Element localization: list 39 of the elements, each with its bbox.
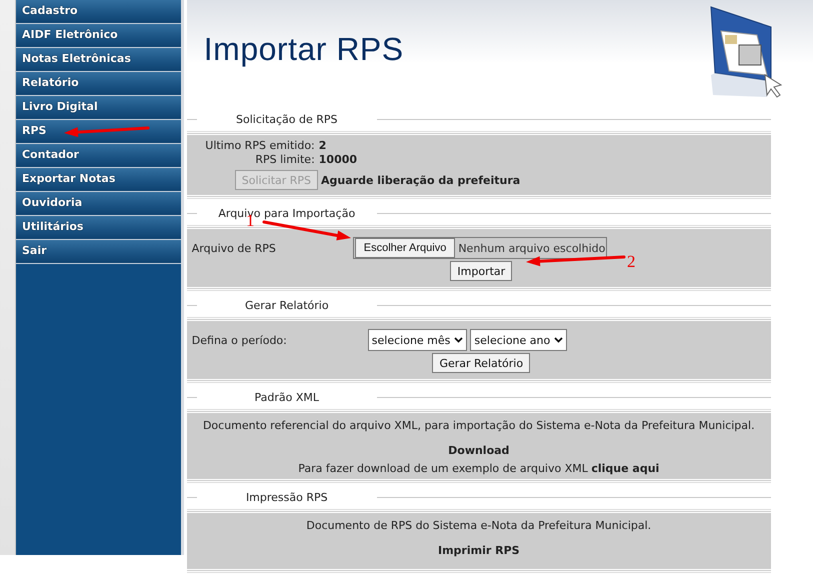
section-title: Impressão RPS [244,490,329,504]
field-label: Ultimo RPS emitido: [205,139,315,152]
generate-report-button[interactable]: Gerar Relatório [432,353,530,373]
sidebar-item[interactable]: Sair [16,240,181,264]
sidebar-item[interactable]: Relatório [16,72,181,96]
sidebar-item[interactable]: RPS [16,120,181,144]
description: Documento de RPS do Sistema e-Nota da Prefeitura Municipal. [305,519,652,532]
dropdown[interactable]: selecione ano [470,329,568,351]
sidebar-item[interactable]: Cadastro [16,0,181,24]
file-field[interactable]: Escolher Arquivo Nenhum arquivo escolhido [352,237,608,259]
page-title: Importar RPS [204,30,404,68]
file-status: Nenhum arquivo escolhido [458,242,606,254]
description: Documento referencial do arquivo XML, para importação do Sistema e-Nota da Prefeitura Municipal. [202,419,756,432]
link[interactable]: clique aqui [591,462,660,475]
choose-file-button[interactable]: Escolher Arquivo [354,238,456,258]
sidebar-item[interactable]: Exportar Notas [16,168,181,192]
step-number: 2 [627,253,636,270]
field-label: RPS limite: [255,153,315,166]
section-title: Gerar Relatório [244,298,330,312]
note-text: Para fazer download de um exemplo de arquivo XML clique aqui [297,462,660,475]
field-label: Arquivo de RPS [192,242,277,254]
section-title: Solicitação de RPS [235,112,339,126]
status-message: Aguarde liberação da prefeitura [321,174,520,186]
section-title: Padrão XML [254,390,320,404]
field-value: 10000 [318,153,358,166]
link[interactable]: Download [448,444,510,457]
link[interactable]: Imprimir RPS [438,544,520,557]
field-value: 2 [318,139,326,152]
dropdown[interactable]: selecione mês [368,329,468,351]
field-label: Defina o período: [192,334,288,346]
sidebar-item[interactable]: Utilitários [16,216,181,240]
chevron-icon [554,337,564,343]
chevron-icon [454,337,464,343]
sidebar-item[interactable]: Contador [16,144,181,168]
sidebar-item[interactable]: AIDF Eletrônico [16,24,181,48]
sidebar-item[interactable]: Ouvidoria [16,192,181,216]
import-button[interactable]: Importar [450,261,512,281]
sidebar-item[interactable]: Livro Digital [16,96,181,120]
sidebar-item[interactable]: Notas Eletrônicas [16,48,181,72]
